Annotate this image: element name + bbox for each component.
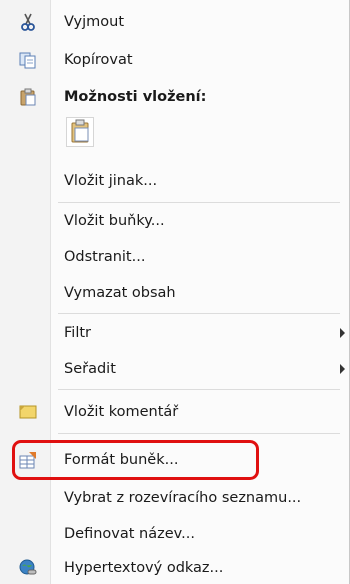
separator: [58, 433, 340, 434]
menu-item-label: Vložit jinak...: [64, 173, 158, 189]
context-menu: Vyjmout Kopírovat Možnosti vložení: Vlož…: [0, 0, 350, 584]
menu-item-delete[interactable]: Odstranit...: [0, 241, 340, 273]
paste-options-header: Možnosti vložení:: [0, 81, 340, 113]
paste-icon: [71, 119, 89, 143]
hyperlink-icon: [18, 558, 38, 578]
menu-item-paste-special[interactable]: Vložit jinak...: [0, 165, 340, 197]
menu-item-label: Možnosti vložení:: [64, 89, 207, 105]
separator: [58, 202, 340, 203]
menu-item-label: Vložit komentář: [64, 404, 179, 420]
menu-item-label: Vložit buňky...: [64, 213, 165, 229]
menu-item-label: Hypertextový odkaz...: [64, 560, 224, 576]
menu-item-label: Vybrat z rozevíracího seznamu...: [64, 490, 302, 506]
menu-item-clear-contents[interactable]: Vymazat obsah: [0, 277, 340, 309]
copy-icon: [18, 50, 38, 70]
menu-item-pick-from-list[interactable]: Vybrat z rozevíracího seznamu...: [0, 482, 340, 514]
menu-item-insert-comment[interactable]: Vložit komentář: [0, 396, 340, 428]
menu-item-label: Filtr: [64, 325, 91, 341]
menu-item-cut[interactable]: Vyjmout: [0, 6, 340, 38]
comment-icon: [18, 402, 38, 422]
scissors-icon: [18, 12, 38, 32]
menu-item-label: Seřadit: [64, 361, 116, 377]
submenu-arrow-icon: [340, 364, 345, 374]
menu-item-insert-cells[interactable]: Vložit buňky...: [0, 205, 340, 237]
submenu-arrow-icon: [340, 328, 345, 338]
menu-item-sort[interactable]: Seřadit: [0, 353, 345, 385]
menu-item-filter[interactable]: Filtr: [0, 317, 345, 349]
paste-option-button[interactable]: [66, 117, 94, 147]
menu-item-label: Definovat název...: [64, 526, 195, 542]
menu-item-label: Kopírovat: [64, 52, 133, 68]
separator: [58, 313, 340, 314]
menu-item-label: Odstranit...: [64, 249, 146, 265]
clipboard-icon: [18, 87, 38, 107]
menu-item-hyperlink[interactable]: Hypertextový odkaz...: [0, 552, 340, 584]
menu-item-label: Vyjmout: [64, 14, 125, 30]
menu-item-define-name[interactable]: Definovat název...: [0, 518, 340, 550]
menu-item-copy[interactable]: Kopírovat: [0, 44, 340, 76]
separator: [58, 389, 340, 390]
highlight-box: [12, 440, 259, 480]
menu-item-label: Vymazat obsah: [64, 285, 176, 301]
